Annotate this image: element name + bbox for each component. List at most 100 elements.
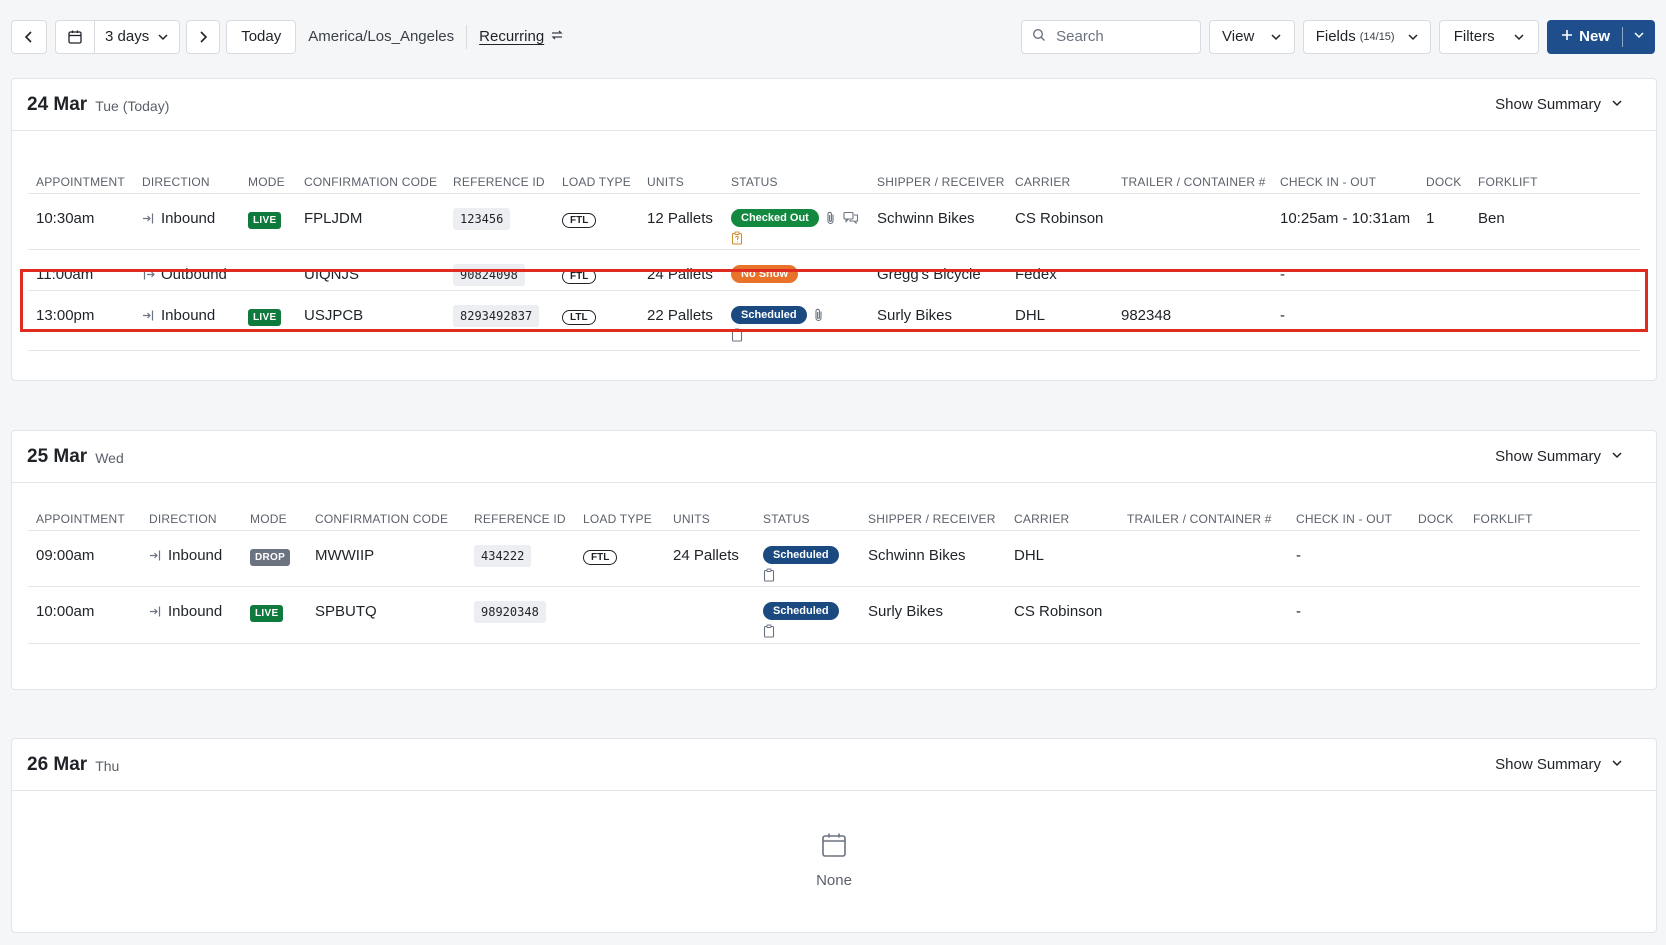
cell-carrier: Fedex: [1015, 266, 1057, 283]
reference-id[interactable]: 123456: [453, 208, 511, 230]
new-button[interactable]: New: [1547, 20, 1622, 54]
column-header-reference[interactable]: REFERENCE ID: [474, 512, 566, 526]
empty-state: None: [12, 791, 1656, 921]
inbound-icon: [142, 309, 155, 322]
cell-carrier-text: CS Robinson: [1014, 603, 1103, 620]
column-header-check[interactable]: CHECK IN - OUT: [1280, 175, 1376, 189]
show-summary-button[interactable]: Show Summary: [1495, 756, 1641, 773]
appointments-table: APPOINTMENT DIRECTION MODE CONFIRMATION COD…: [28, 162, 1640, 351]
appointment-row[interactable]: 11:00am Outbound UIQNJS 90824098 FTL 24 Palle…: [28, 250, 1640, 291]
reference-id[interactable]: 98920348: [474, 601, 546, 623]
cell-appointment-text: 09:00am: [36, 547, 95, 564]
appointment-row[interactable]: 10:30am Inbound LIVE FPLJDM 123456 FTL 12 Pall…: [28, 194, 1640, 250]
cell-shipper-text: Gregg's Bicycle: [877, 266, 981, 283]
status-badge[interactable]: Scheduled: [731, 306, 807, 324]
column-header-shipper[interactable]: SHIPPER / RECEIVER: [868, 512, 996, 526]
fields-count: (14/15): [1359, 30, 1395, 43]
cell-load_type: FTL: [562, 210, 597, 228]
recurring-toggle[interactable]: Recurring: [479, 28, 564, 46]
column-header-carrier[interactable]: CARRIER: [1015, 175, 1070, 189]
cell-mode: LIVE: [250, 603, 284, 622]
status-line: No Show: [731, 264, 799, 283]
fields-dropdown[interactable]: Fields (14/15): [1303, 19, 1432, 54]
show-summary-button[interactable]: Show Summary: [1495, 96, 1641, 113]
column-header-trailer[interactable]: TRAILER / CONTAINER #: [1127, 512, 1272, 526]
search-box[interactable]: [1021, 19, 1202, 54]
column-header-forklift[interactable]: FORKLIFT: [1473, 512, 1533, 526]
cell-load_type: FTL: [562, 266, 597, 284]
reference-id[interactable]: 8293492837: [453, 305, 540, 327]
filters-label: Filters: [1453, 28, 1495, 45]
cell-carrier-text: DHL: [1014, 547, 1045, 564]
empty-label: None: [816, 871, 852, 889]
day-date: 24 Mar: [27, 93, 88, 115]
column-header-direction[interactable]: DIRECTION: [149, 512, 217, 526]
cell-appointment: 09:00am: [36, 547, 94, 564]
status-badge[interactable]: No Show: [731, 265, 799, 283]
column-header-direction[interactable]: DIRECTION: [142, 175, 210, 189]
appointment-row[interactable]: 10:00am Inbound LIVE SPBUTQ 98920348 Schedule…: [28, 587, 1640, 644]
column-header-reference[interactable]: REFERENCE ID: [453, 175, 545, 189]
chevron-right-icon: [196, 30, 210, 44]
column-header-appointment[interactable]: APPOINTMENT: [36, 512, 125, 526]
column-header-appointment[interactable]: APPOINTMENT: [36, 175, 125, 189]
new-button-group: New: [1547, 19, 1655, 54]
appointment-row[interactable]: 13:00pm Inbound LIVE USJPCB 8293492837 LTL 22 …: [28, 291, 1640, 351]
cell-carrier-text: DHL: [1015, 307, 1046, 324]
column-header-load_type[interactable]: LOAD TYPE: [562, 175, 631, 189]
column-header-status[interactable]: STATUS: [763, 512, 810, 526]
column-header-dock[interactable]: DOCK: [1426, 175, 1461, 189]
cell-shipper-text: Schwinn Bikes: [868, 547, 966, 564]
column-header-check[interactable]: CHECK IN - OUT: [1296, 512, 1392, 526]
outbound-icon: [142, 268, 155, 281]
paperclip-icon[interactable]: [813, 308, 825, 322]
column-header-mode[interactable]: MODE: [250, 512, 287, 526]
today-button[interactable]: Today: [226, 19, 297, 54]
reference-id[interactable]: 434222: [474, 545, 532, 567]
column-header-load_type[interactable]: LOAD TYPE: [583, 512, 652, 526]
status-badge[interactable]: Checked Out: [731, 209, 819, 227]
cell-check-text: -: [1280, 266, 1285, 283]
filters-dropdown[interactable]: Filters: [1439, 19, 1540, 54]
column-header-status[interactable]: STATUS: [731, 175, 778, 189]
cell-direction: Inbound: [149, 603, 222, 622]
column-header-units[interactable]: UNITS: [673, 512, 710, 526]
search-input[interactable]: [1054, 27, 1185, 46]
column-header-forklift[interactable]: FORKLIFT: [1478, 175, 1538, 189]
column-header-shipper[interactable]: SHIPPER / RECEIVER: [877, 175, 1005, 189]
next-button[interactable]: [186, 19, 221, 54]
show-summary-button[interactable]: Show Summary: [1495, 448, 1641, 465]
new-options-button[interactable]: [1623, 20, 1655, 54]
appointment-row[interactable]: 09:00am Inbound DROP MWWIIP 434222 FTL 24 Pall…: [28, 531, 1640, 587]
range-dropdown[interactable]: 3 days: [95, 19, 181, 54]
cell-dock: 1: [1426, 210, 1434, 227]
prev-button[interactable]: [11, 19, 47, 54]
column-header-confirmation[interactable]: CONFIRMATION CODE: [315, 512, 448, 526]
mode-badge: LIVE: [248, 212, 282, 229]
column-header-dock[interactable]: DOCK: [1418, 512, 1453, 526]
column-header-confirmation[interactable]: CONFIRMATION CODE: [304, 175, 437, 189]
cell-shipper: Gregg's Bicycle: [877, 266, 981, 283]
cell-check-text: 10:25am - 10:31am: [1280, 210, 1411, 227]
cell-carrier: CS Robinson: [1014, 603, 1102, 620]
column-header-units[interactable]: UNITS: [647, 175, 684, 189]
direction-label: Inbound: [168, 547, 223, 564]
cell-appointment: 10:00am: [36, 603, 94, 620]
status: Scheduled: [763, 545, 839, 582]
column-header-trailer[interactable]: TRAILER / CONTAINER #: [1121, 175, 1266, 189]
status: Checked Out: [731, 208, 859, 245]
view-dropdown[interactable]: View: [1209, 19, 1296, 54]
cell-confirmation: MWWIIP: [315, 547, 374, 564]
column-header-carrier[interactable]: CARRIER: [1014, 512, 1069, 526]
paperclip-icon[interactable]: [825, 211, 837, 225]
calendar-button[interactable]: [55, 19, 95, 54]
reference-id[interactable]: 90824098: [453, 264, 525, 286]
timezone-label[interactable]: America/Los_Angeles: [308, 28, 454, 45]
column-header-mode[interactable]: MODE: [248, 175, 285, 189]
cell-units-text: 24 Pallets: [673, 547, 739, 564]
status-badge[interactable]: Scheduled: [763, 546, 839, 564]
status-badge[interactable]: Scheduled: [763, 602, 839, 620]
chat-icon[interactable]: [843, 211, 859, 225]
cell-direction: Inbound: [149, 547, 222, 566]
cell-status: Scheduled: [763, 601, 839, 638]
